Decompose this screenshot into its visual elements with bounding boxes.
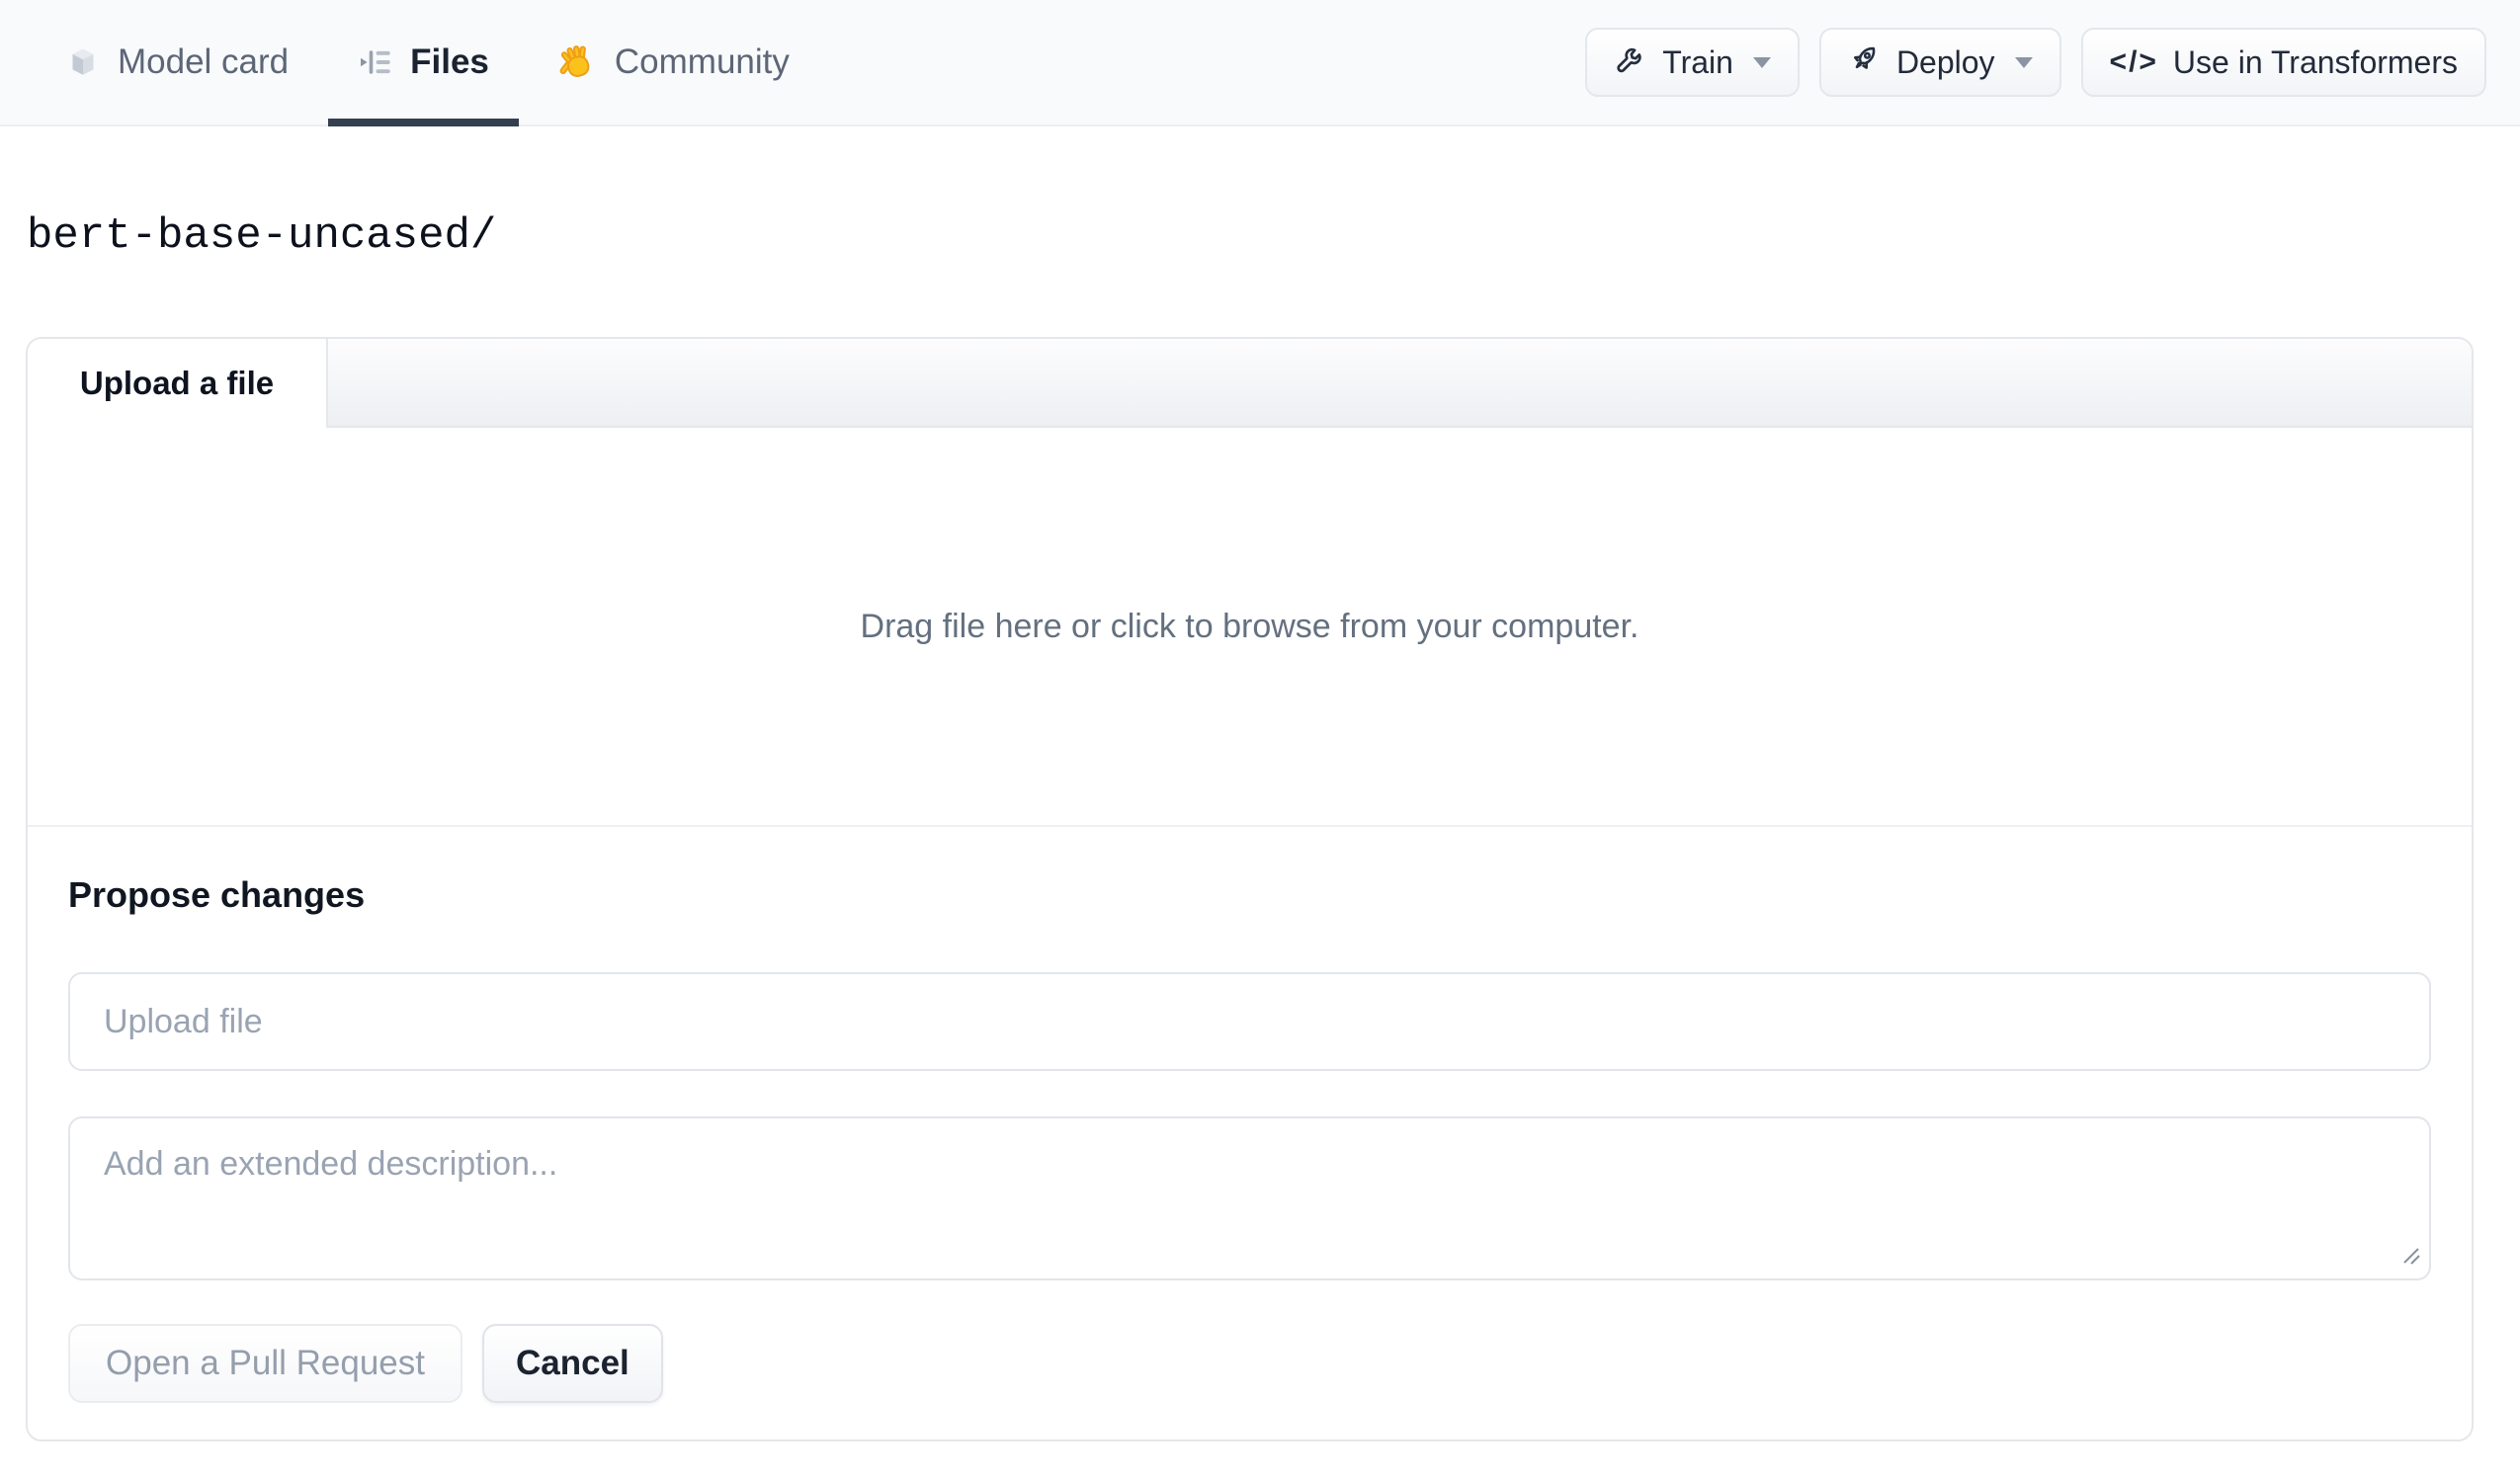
open-pull-request-button[interactable]: Open a Pull Request (68, 1324, 462, 1403)
code-icon: </> (2109, 45, 2158, 78)
upload-a-file-tab[interactable]: Upload a file (28, 339, 328, 428)
rocket-icon (1848, 41, 1882, 83)
tab-files-label: Files (410, 42, 489, 81)
file-dropzone[interactable]: Drag file here or click to browse from y… (28, 428, 2472, 827)
files-list-icon (358, 44, 393, 80)
repo-nav-tabs: Model card Files Community (36, 0, 819, 126)
propose-buttons-row: Open a Pull Request Cancel (68, 1324, 2431, 1403)
tab-community-label: Community (614, 42, 790, 81)
waving-hand-icon (558, 42, 598, 82)
repo-header: Model card Files Community Train Deploy … (0, 0, 2520, 126)
use-in-transformers-button[interactable]: </> Use in Transformers (2080, 28, 2486, 97)
deploy-button[interactable]: Deploy (1818, 28, 2061, 97)
propose-changes-heading: Propose changes (68, 874, 366, 915)
extended-description-textarea[interactable] (68, 1116, 2431, 1280)
train-button[interactable]: Train (1585, 28, 1800, 97)
deploy-button-label: Deploy (1895, 43, 1995, 80)
upload-filename-input[interactable] (68, 972, 2431, 1071)
use-in-transformers-label: Use in Transformers (2172, 43, 2458, 80)
tab-model-card-label: Model card (118, 42, 290, 81)
propose-changes-section: Propose changes Open a Pull Request Canc… (28, 827, 2472, 1403)
chevron-down-icon (2014, 56, 2033, 68)
upload-card: Upload a file Drag file here or click to… (26, 337, 2474, 1441)
dropzone-hint-text: Drag file here or click to browse from y… (860, 607, 1639, 645)
chevron-down-icon (1752, 56, 1771, 68)
wrench-icon (1614, 41, 1647, 83)
tab-model-card[interactable]: Model card (36, 0, 318, 124)
breadcrumb[interactable]: bert-base-uncased/ (27, 207, 2520, 265)
cancel-button[interactable]: Cancel (481, 1324, 663, 1403)
tab-files[interactable]: Files (328, 0, 519, 126)
upload-card-tabrow: Upload a file (28, 339, 2472, 428)
cube-icon (65, 44, 101, 80)
repo-action-buttons: Train Deploy </> Use in Transformers (1585, 0, 2486, 124)
train-button-label: Train (1662, 43, 1733, 80)
tab-community[interactable]: Community (529, 0, 819, 124)
description-field-wrap (68, 1116, 2431, 1280)
